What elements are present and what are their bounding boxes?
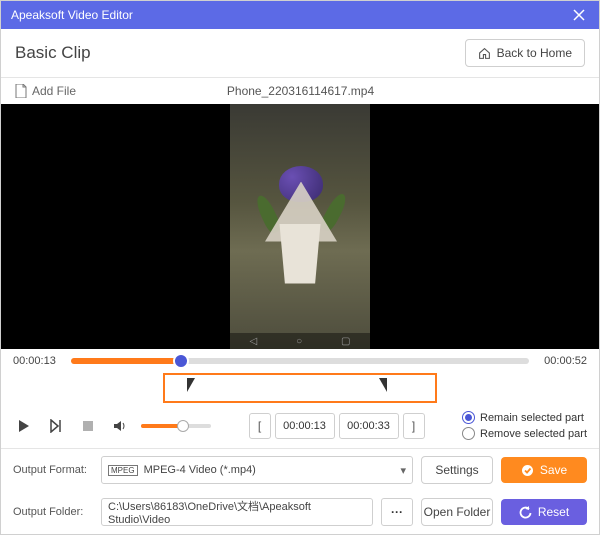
seek-knob[interactable] — [173, 353, 189, 369]
video-preview: ◁○▢ — [1, 104, 599, 349]
clip-end-handle[interactable] — [379, 378, 387, 392]
check-icon — [521, 464, 534, 477]
page-title: Basic Clip — [15, 43, 91, 63]
open-folder-button[interactable]: Open Folder — [421, 498, 493, 526]
set-end-button[interactable]: ] — [403, 413, 425, 439]
reset-icon — [519, 506, 532, 519]
clip-start-handle[interactable] — [187, 378, 195, 392]
format-badge-icon: MPEG — [108, 465, 138, 476]
remain-selected-label: Remain selected part — [480, 412, 584, 424]
output-folder-input[interactable]: C:\Users\86183\OneDrive\文档\Apeaksoft Stu… — [101, 498, 373, 526]
next-frame-button[interactable] — [45, 415, 67, 437]
volume-icon[interactable] — [109, 415, 131, 437]
back-to-home-label: Back to Home — [497, 46, 572, 60]
output-format-select[interactable]: MPEG MPEG-4 Video (*.mp4) ▾ — [101, 456, 413, 484]
output-folder-value: C:\Users\86183\OneDrive\文档\Apeaksoft Stu… — [108, 498, 366, 526]
time-total: 00:00:52 — [537, 355, 587, 367]
browse-folder-button[interactable]: ··· — [381, 498, 413, 526]
remain-selected-radio[interactable]: Remain selected part — [462, 411, 587, 424]
back-to-home-button[interactable]: Back to Home — [465, 39, 585, 67]
output-format-label: Output Format: — [13, 464, 93, 476]
settings-button[interactable]: Settings — [421, 456, 493, 484]
output-folder-label: Output Folder: — [13, 506, 93, 518]
close-icon[interactable] — [569, 5, 589, 25]
app-title: Apeaksoft Video Editor — [11, 8, 133, 22]
seek-bar[interactable] — [71, 358, 529, 364]
stop-button[interactable] — [77, 415, 99, 437]
chevron-down-icon: ▾ — [400, 464, 406, 477]
open-folder-label: Open Folder — [424, 505, 491, 519]
save-button[interactable]: Save — [501, 457, 587, 483]
time-current: 00:00:13 — [13, 355, 63, 367]
clip-end-input[interactable]: 00:00:33 — [339, 413, 399, 439]
phone-nav-bar: ◁○▢ — [230, 333, 370, 349]
home-icon — [478, 47, 491, 60]
settings-label: Settings — [435, 463, 478, 477]
add-file-button[interactable]: Add File — [15, 84, 76, 98]
file-icon — [15, 84, 27, 98]
clip-start-input[interactable]: 00:00:13 — [275, 413, 335, 439]
play-button[interactable] — [13, 415, 35, 437]
remove-selected-label: Remove selected part — [480, 428, 587, 440]
reset-label: Reset — [538, 505, 569, 519]
clip-range-bar[interactable] — [163, 373, 437, 403]
remove-selected-radio[interactable]: Remove selected part — [462, 427, 587, 440]
current-filename: Phone_220316114617.mp4 — [86, 84, 515, 98]
output-format-value: MPEG-4 Video (*.mp4) — [144, 464, 256, 476]
volume-slider[interactable] — [141, 424, 211, 428]
reset-button[interactable]: Reset — [501, 499, 587, 525]
set-start-button[interactable]: [ — [249, 413, 271, 439]
add-file-label: Add File — [32, 84, 76, 98]
save-label: Save — [540, 463, 567, 477]
